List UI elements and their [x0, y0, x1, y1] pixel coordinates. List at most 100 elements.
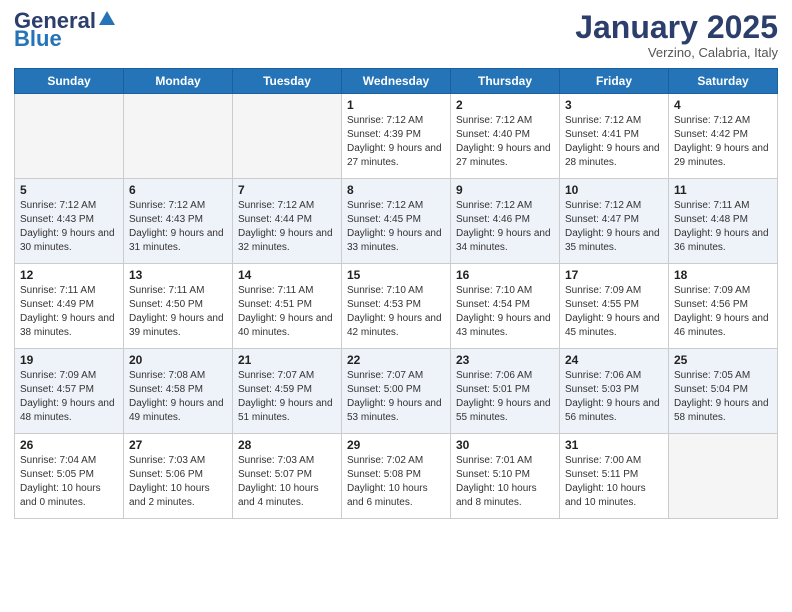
table-row: 1 Sunrise: 7:12 AM Sunset: 4:39 PM Daylig…	[342, 94, 451, 179]
day-number: 15	[347, 268, 445, 282]
day-info: Sunrise: 7:00 AM Sunset: 5:11 PM Dayligh…	[565, 454, 663, 510]
col-tuesday: Tuesday	[233, 69, 342, 94]
calendar-week-row: 1 Sunrise: 7:12 AM Sunset: 4:39 PM Daylig…	[15, 94, 778, 179]
day-number: 8	[347, 183, 445, 197]
day-number: 22	[347, 353, 445, 367]
table-row: 18Sunrise: 7:09 AM Sunset: 4:56 PM Dayli…	[669, 264, 778, 349]
title-block: January 2025 Verzino, Calabria, Italy	[575, 10, 778, 60]
table-row: 17Sunrise: 7:09 AM Sunset: 4:55 PM Dayli…	[560, 264, 669, 349]
day-number: 19	[20, 353, 118, 367]
month-title: January 2025	[575, 10, 778, 45]
day-info: Sunrise: 7:06 AM Sunset: 5:01 PM Dayligh…	[456, 369, 554, 425]
location-subtitle: Verzino, Calabria, Italy	[575, 45, 778, 60]
day-info: Sunrise: 7:12 AM Sunset: 4:43 PM Dayligh…	[20, 199, 118, 255]
day-number: 30	[456, 438, 554, 452]
day-info: Sunrise: 7:11 AM Sunset: 4:50 PM Dayligh…	[129, 284, 227, 340]
table-row	[124, 94, 233, 179]
table-row: 22 Sunrise: 7:07 AM Sunset: 5:00 PM Dayli…	[342, 349, 451, 434]
day-info: Sunrise: 7:03 AM Sunset: 5:07 PM Dayligh…	[238, 454, 336, 510]
day-number: 2	[456, 98, 554, 112]
table-row: 2 Sunrise: 7:12 AM Sunset: 4:40 PM Daylig…	[451, 94, 560, 179]
day-number: 24	[565, 353, 663, 367]
table-row: 12 Sunrise: 7:11 AM Sunset: 4:49 PM Dayli…	[15, 264, 124, 349]
calendar-week-row: 12 Sunrise: 7:11 AM Sunset: 4:49 PM Dayli…	[15, 264, 778, 349]
day-info: Sunrise: 7:09 AM Sunset: 4:55 PM Dayligh…	[565, 284, 663, 340]
day-info: Sunrise: 7:07 AM Sunset: 4:59 PM Dayligh…	[238, 369, 336, 425]
day-info: Sunrise: 7:10 AM Sunset: 4:53 PM Dayligh…	[347, 284, 445, 340]
table-row	[669, 434, 778, 519]
table-row: 25Sunrise: 7:05 AM Sunset: 5:04 PM Dayli…	[669, 349, 778, 434]
day-number: 20	[129, 353, 227, 367]
day-info: Sunrise: 7:03 AM Sunset: 5:06 PM Dayligh…	[129, 454, 227, 510]
table-row: 8 Sunrise: 7:12 AM Sunset: 4:45 PM Daylig…	[342, 179, 451, 264]
day-info: Sunrise: 7:09 AM Sunset: 4:57 PM Dayligh…	[20, 369, 118, 425]
logo-icon	[97, 7, 117, 27]
header: General Blue January 2025 Verzino, Calab…	[14, 10, 778, 60]
day-info: Sunrise: 7:06 AM Sunset: 5:03 PM Dayligh…	[565, 369, 663, 425]
calendar-table: Sunday Monday Tuesday Wednesday Thursday…	[14, 68, 778, 519]
table-row: 14 Sunrise: 7:11 AM Sunset: 4:51 PM Dayli…	[233, 264, 342, 349]
day-info: Sunrise: 7:12 AM Sunset: 4:45 PM Dayligh…	[347, 199, 445, 255]
day-number: 10	[565, 183, 663, 197]
day-number: 26	[20, 438, 118, 452]
calendar-week-row: 26 Sunrise: 7:04 AM Sunset: 5:05 PM Dayli…	[15, 434, 778, 519]
day-number: 29	[347, 438, 445, 452]
day-number: 13	[129, 268, 227, 282]
col-sunday: Sunday	[15, 69, 124, 94]
logo: General Blue	[14, 10, 117, 50]
col-wednesday: Wednesday	[342, 69, 451, 94]
day-number: 9	[456, 183, 554, 197]
col-friday: Friday	[560, 69, 669, 94]
table-row: 7Sunrise: 7:12 AM Sunset: 4:44 PM Daylig…	[233, 179, 342, 264]
day-info: Sunrise: 7:04 AM Sunset: 5:05 PM Dayligh…	[20, 454, 118, 510]
day-info: Sunrise: 7:12 AM Sunset: 4:41 PM Dayligh…	[565, 114, 663, 170]
table-row: 20 Sunrise: 7:08 AM Sunset: 4:58 PM Dayli…	[124, 349, 233, 434]
day-number: 3	[565, 98, 663, 112]
calendar-week-row: 19 Sunrise: 7:09 AM Sunset: 4:57 PM Dayli…	[15, 349, 778, 434]
day-number: 28	[238, 438, 336, 452]
day-info: Sunrise: 7:11 AM Sunset: 4:51 PM Dayligh…	[238, 284, 336, 340]
day-number: 27	[129, 438, 227, 452]
day-info: Sunrise: 7:07 AM Sunset: 5:00 PM Dayligh…	[347, 369, 445, 425]
day-number: 31	[565, 438, 663, 452]
table-row: 16 Sunrise: 7:10 AM Sunset: 4:54 PM Dayli…	[451, 264, 560, 349]
table-row: 6 Sunrise: 7:12 AM Sunset: 4:43 PM Daylig…	[124, 179, 233, 264]
day-info: Sunrise: 7:08 AM Sunset: 4:58 PM Dayligh…	[129, 369, 227, 425]
col-thursday: Thursday	[451, 69, 560, 94]
day-number: 14	[238, 268, 336, 282]
day-number: 23	[456, 353, 554, 367]
day-info: Sunrise: 7:12 AM Sunset: 4:39 PM Dayligh…	[347, 114, 445, 170]
calendar-header-row: Sunday Monday Tuesday Wednesday Thursday…	[15, 69, 778, 94]
day-info: Sunrise: 7:12 AM Sunset: 4:42 PM Dayligh…	[674, 114, 772, 170]
day-number: 18	[674, 268, 772, 282]
day-info: Sunrise: 7:10 AM Sunset: 4:54 PM Dayligh…	[456, 284, 554, 340]
table-row: 29Sunrise: 7:02 AM Sunset: 5:08 PM Dayli…	[342, 434, 451, 519]
table-row: 31 Sunrise: 7:00 AM Sunset: 5:11 PM Dayli…	[560, 434, 669, 519]
day-info: Sunrise: 7:12 AM Sunset: 4:43 PM Dayligh…	[129, 199, 227, 255]
day-number: 16	[456, 268, 554, 282]
day-info: Sunrise: 7:01 AM Sunset: 5:10 PM Dayligh…	[456, 454, 554, 510]
day-number: 6	[129, 183, 227, 197]
day-number: 5	[20, 183, 118, 197]
table-row	[15, 94, 124, 179]
day-number: 1	[347, 98, 445, 112]
table-row: 21Sunrise: 7:07 AM Sunset: 4:59 PM Dayli…	[233, 349, 342, 434]
col-monday: Monday	[124, 69, 233, 94]
day-info: Sunrise: 7:11 AM Sunset: 4:49 PM Dayligh…	[20, 284, 118, 340]
day-info: Sunrise: 7:11 AM Sunset: 4:48 PM Dayligh…	[674, 199, 772, 255]
table-row	[233, 94, 342, 179]
table-row: 11 Sunrise: 7:11 AM Sunset: 4:48 PM Dayli…	[669, 179, 778, 264]
table-row: 30 Sunrise: 7:01 AM Sunset: 5:10 PM Dayli…	[451, 434, 560, 519]
table-row: 5 Sunrise: 7:12 AM Sunset: 4:43 PM Daylig…	[15, 179, 124, 264]
table-row: 9 Sunrise: 7:12 AM Sunset: 4:46 PM Daylig…	[451, 179, 560, 264]
col-saturday: Saturday	[669, 69, 778, 94]
table-row: 27 Sunrise: 7:03 AM Sunset: 5:06 PM Dayli…	[124, 434, 233, 519]
day-info: Sunrise: 7:12 AM Sunset: 4:40 PM Dayligh…	[456, 114, 554, 170]
page-container: General Blue January 2025 Verzino, Calab…	[0, 0, 792, 527]
table-row: 19 Sunrise: 7:09 AM Sunset: 4:57 PM Dayli…	[15, 349, 124, 434]
day-number: 11	[674, 183, 772, 197]
table-row: 4 Sunrise: 7:12 AM Sunset: 4:42 PM Daylig…	[669, 94, 778, 179]
day-number: 4	[674, 98, 772, 112]
day-number: 12	[20, 268, 118, 282]
day-info: Sunrise: 7:12 AM Sunset: 4:46 PM Dayligh…	[456, 199, 554, 255]
